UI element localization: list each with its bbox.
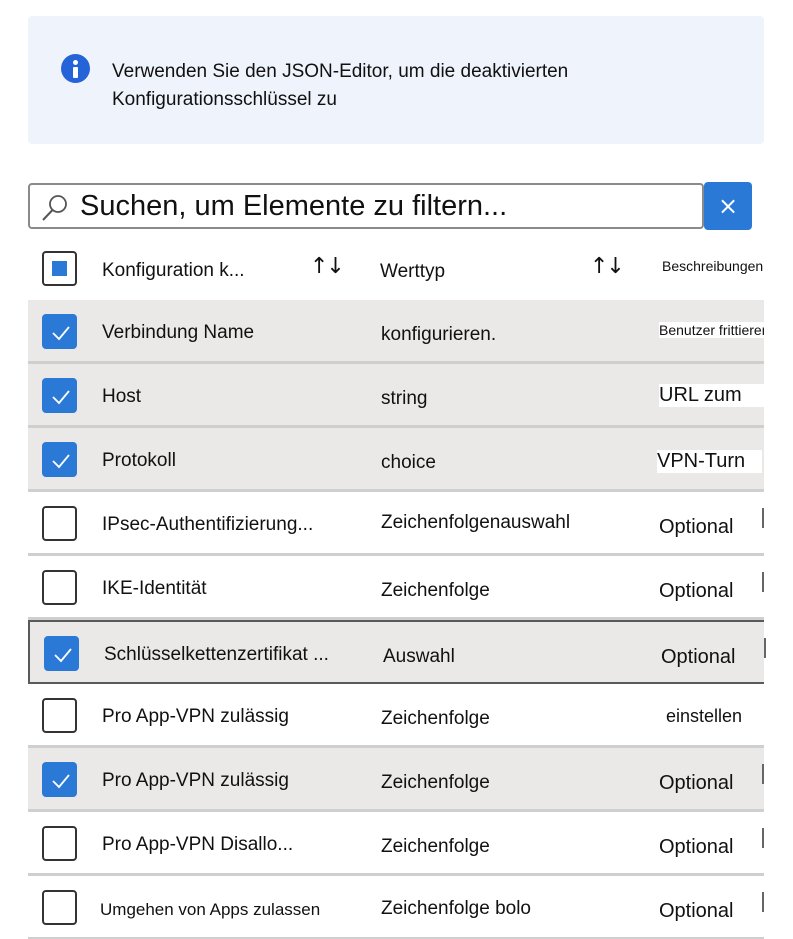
description-cell: Benutzer frittieren: [659, 322, 764, 338]
select-all-checkbox[interactable]: [42, 251, 77, 286]
sort-icon[interactable]: ↑↓: [590, 254, 625, 279]
search-icon: [42, 195, 67, 221]
row-checkbox[interactable]: [42, 314, 77, 349]
table-row[interactable]: IKE-Identität Zeichenfolge Optional: [28, 556, 764, 620]
value-type-cell: Auswahl: [383, 646, 455, 667]
truncation-marker: [762, 508, 764, 528]
info-banner: Verwenden Sie den JSON-Editor, um die de…: [28, 16, 764, 144]
value-type-cell: Zeichenfolge bolo: [381, 898, 531, 919]
indeterminate-indicator: [52, 261, 67, 276]
config-key-cell: Verbindung Name: [102, 322, 255, 343]
table-body: Verbindung Name konfigurieren. Benutzer fr…: [28, 300, 766, 939]
table-row[interactable]: IPsec-Authentifizierung... Zeichenfolgena…: [28, 492, 764, 556]
table-row[interactable]: Protokoll choice VPN-Turn: [28, 428, 764, 492]
table-row[interactable]: Pro App-VPN zulässig Zeichenfolge einstell…: [28, 684, 764, 748]
checkmark-icon: [52, 454, 70, 469]
info-banner-message: Verwenden Sie den JSON-Editor, um die de…: [112, 61, 569, 110]
column-header-value-type[interactable]: Werttyp: [380, 261, 445, 283]
table-row[interactable]: Umgehen von Apps zulassen Zeichenfolge bo…: [28, 876, 764, 939]
search-input[interactable]: [80, 187, 690, 225]
value-type-cell: Zeichenfolgenauswahl: [381, 512, 571, 533]
value-type-cell: Zeichenfolge: [381, 772, 490, 793]
truncation-marker: [762, 892, 764, 912]
truncation-marker: [764, 638, 766, 658]
description-cell: URL zum: [659, 384, 764, 407]
checkmark-icon: [52, 390, 70, 405]
column-header-config-key[interactable]: Konfiguration k...: [102, 260, 245, 282]
value-type-cell: konfigurieren.: [381, 324, 497, 345]
truncation-marker: [762, 572, 764, 592]
table-header: Konfiguration k... ↑↓ Werttyp ↑↓ Beschre…: [28, 240, 793, 298]
value-type-cell: string: [381, 388, 428, 409]
clear-search-button[interactable]: ×: [704, 182, 752, 230]
row-checkbox[interactable]: [42, 890, 77, 925]
config-key-cell: IKE-Identität: [102, 578, 207, 599]
config-key-cell: Pro App-VPN Disallo...: [102, 834, 294, 855]
value-type-cell: Zeichenfolge: [381, 580, 490, 601]
description-cell: Optional: [659, 516, 734, 538]
description-cell: Optional: [659, 900, 734, 922]
row-checkbox[interactable]: [44, 636, 79, 671]
value-type-cell: choice: [381, 452, 436, 473]
config-key-cell: Host: [102, 386, 142, 407]
truncation-marker: [762, 764, 764, 784]
description-cell: Optional: [661, 646, 736, 668]
description-cell: VPN-Turn: [657, 450, 762, 473]
table-row[interactable]: Pro App-VPN Disallo... Zeichenfolge Option…: [28, 812, 764, 876]
checkmark-icon: [52, 326, 70, 341]
search-box[interactable]: [28, 183, 704, 229]
value-type-cell: Zeichenfolge: [381, 708, 490, 729]
config-key-cell: Schlüsselkettenzertifikat ...: [104, 644, 329, 665]
row-checkbox[interactable]: [42, 442, 77, 477]
config-key-cell: Protokoll: [102, 450, 176, 471]
truncation-marker: [762, 828, 764, 848]
row-checkbox[interactable]: [42, 698, 77, 733]
row-checkbox[interactable]: [42, 378, 77, 413]
description-cell: Optional: [659, 836, 734, 858]
sort-icon[interactable]: ↑↓: [310, 254, 345, 279]
row-checkbox[interactable]: [42, 762, 77, 797]
description-cell: Optional: [659, 772, 734, 794]
row-checkbox[interactable]: [42, 570, 77, 605]
table-row[interactable]: Pro App-VPN zulässig Zeichenfolge Optional: [28, 748, 764, 812]
value-type-cell: Zeichenfolge: [381, 836, 490, 857]
row-checkbox[interactable]: [42, 826, 77, 861]
checkmark-icon: [54, 648, 72, 663]
info-icon: [61, 54, 90, 83]
config-key-cell: IPsec-Authentifizierung...: [102, 514, 314, 535]
checkmark-icon: [52, 774, 70, 789]
config-key-cell: Pro App-VPN zulässig: [102, 770, 289, 791]
description-cell: Optional: [659, 580, 734, 602]
table-row[interactable]: Host string URL zum: [28, 364, 764, 428]
config-key-cell: Umgehen von Apps zulassen: [100, 900, 321, 919]
table-row[interactable]: Schlüsselkettenzertifikat ... Auswahl Opti…: [28, 620, 766, 684]
column-header-description: Beschreibungen: [662, 258, 764, 274]
config-key-cell: Pro App-VPN zulässig: [102, 706, 289, 727]
description-cell: einstellen: [666, 706, 743, 726]
row-checkbox[interactable]: [42, 506, 77, 541]
table-row[interactable]: Verbindung Name konfigurieren. Benutzer fr…: [28, 300, 764, 364]
